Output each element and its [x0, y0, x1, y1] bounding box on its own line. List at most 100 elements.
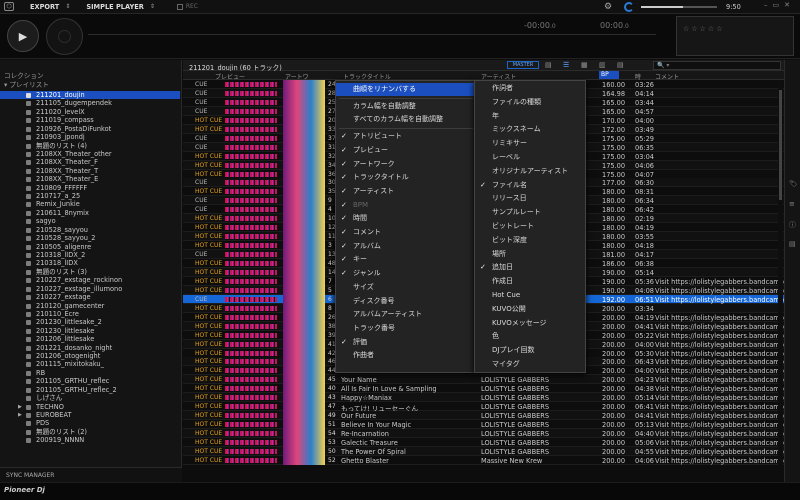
scrollbar-thumb[interactable] — [779, 90, 782, 200]
context-menu-item[interactable]: 年 — [475, 110, 585, 123]
sync-manager-button[interactable]: SYNC MANAGER — [0, 467, 182, 482]
preview-waveform[interactable] — [225, 395, 277, 401]
sidebar-playlist-item[interactable]: 201206_littlesake — [0, 335, 180, 343]
sidebar-playlist-item[interactable]: 2108XX_Theater_T — [0, 167, 180, 175]
preview-waveform[interactable] — [225, 117, 277, 123]
context-menu-item[interactable]: ✓ 時間 — [336, 212, 474, 225]
master-volume-slider[interactable] — [641, 6, 717, 8]
preview-waveform[interactable] — [225, 457, 277, 463]
context-menu-item[interactable]: ✓ アルバム — [336, 240, 474, 253]
context-menu-item[interactable]: ✓ キー — [336, 253, 474, 266]
context-menu-item[interactable]: リミキサー — [475, 137, 585, 150]
sidebar-playlist-item[interactable]: 211105_dugempendek — [0, 99, 180, 107]
search-input[interactable]: 🔍 ▾ — [653, 61, 781, 70]
preview-waveform[interactable] — [225, 108, 277, 114]
chevron-updown-icon[interactable]: ⇕ — [65, 3, 70, 10]
sidebar-playlist-item[interactable]: 2108XX_Theater_E — [0, 175, 180, 183]
preview-waveform[interactable] — [225, 422, 277, 428]
context-menu-item[interactable]: Hot Cue — [475, 289, 585, 302]
preview-waveform[interactable] — [225, 82, 277, 87]
track-row[interactable]: HOT CUE 51 Believe In Your Magic LOLISTYLE … — [183, 420, 784, 430]
preview-waveform[interactable] — [225, 341, 277, 347]
split-view-icon[interactable]: ▥ — [599, 61, 608, 69]
preview-waveform[interactable] — [225, 287, 277, 293]
preview-waveform[interactable] — [225, 278, 277, 284]
context-menu-item[interactable]: ✓ プレビュー — [336, 144, 474, 157]
context-menu-item[interactable]: ✓ ジャンル — [336, 267, 474, 280]
context-menu-item[interactable]: アルバムアーティスト — [336, 308, 474, 321]
preview-waveform[interactable] — [225, 198, 277, 204]
context-menu-item[interactable]: サンプルレート — [475, 206, 585, 219]
context-menu-item[interactable]: ビットレート — [475, 220, 585, 233]
sidebar-playlist-item[interactable]: 210227_exstage — [0, 293, 180, 301]
rec-toggle[interactable]: REC — [176, 3, 198, 10]
waveform-area[interactable] — [88, 34, 656, 35]
sidebar-playlist-item[interactable]: 201115_mixitokaku_ — [0, 360, 180, 368]
preview-waveform[interactable] — [225, 234, 277, 240]
preview-waveform[interactable] — [225, 448, 277, 454]
sidebar-playlist-item[interactable]: 211019_compass — [0, 116, 180, 124]
grid-view-icon[interactable]: ▦ — [581, 61, 590, 69]
sidebar-playlist-item[interactable]: 無題のリスト (4) — [0, 142, 180, 150]
list-view-icon[interactable]: ☰ — [563, 61, 572, 69]
sidebar-playlist-item[interactable]: 210120_gamecenter — [0, 302, 180, 310]
preview-waveform[interactable] — [225, 252, 277, 258]
preview-waveform[interactable] — [225, 350, 277, 356]
sidebar-playlist-item[interactable]: RB — [0, 369, 180, 377]
sidebar-playlist-item[interactable]: 210611_8nymix — [0, 209, 180, 217]
sidebar-playlist-item[interactable]: 210528_sayyou_2 — [0, 234, 180, 242]
sidebar-playlist-item[interactable]: 無題のリスト (3) — [0, 268, 180, 276]
preview-waveform[interactable] — [225, 332, 277, 338]
panel-icon[interactable]: ▤ — [789, 240, 796, 248]
context-menu-item[interactable]: サイズ — [336, 281, 474, 294]
preview-waveform[interactable] — [225, 440, 277, 445]
context-menu-item[interactable]: ミックスネーム — [475, 123, 585, 136]
track-list-scrollbar[interactable] — [778, 80, 783, 466]
sidebar-playlist-item[interactable]: しげさん — [0, 394, 180, 402]
preview-waveform[interactable] — [225, 431, 277, 437]
context-menu-item[interactable]: 作詞者 — [475, 82, 585, 95]
track-row[interactable]: HOT CUE 49 Our Future LOLISTYLE GABBERS 200.… — [183, 411, 784, 421]
rating-stars[interactable]: ☆☆☆☆☆ — [683, 25, 724, 33]
sidebar-playlist-item[interactable]: 2108XX_Theater_F — [0, 158, 180, 166]
sidebar-playlist-item[interactable]: PDS — [0, 419, 180, 427]
sidebar-playlist-item[interactable]: 210717_a_25 — [0, 192, 180, 200]
context-menu-item[interactable]: マイタグ — [475, 358, 585, 371]
sidebar-playlist-item[interactable]: 無題のリスト (2) — [0, 428, 180, 436]
export-mode-label[interactable]: EXPORT — [30, 3, 59, 11]
sidebar-playlist-item[interactable]: 210227_exstage_rockinon — [0, 276, 180, 284]
sidebar-playlist-item[interactable]: 211020_levelX — [0, 108, 180, 116]
context-menu-item[interactable]: ディスク番号 — [336, 295, 474, 308]
preview-waveform[interactable] — [225, 296, 277, 302]
preview-waveform[interactable] — [225, 323, 277, 329]
sidebar-playlist-item[interactable]: 210926_PostaDiFunkot — [0, 125, 180, 133]
tag-icon[interactable]: 🏷 — [789, 180, 798, 188]
preview-waveform[interactable] — [225, 189, 277, 195]
sidebar-playlist-item[interactable]: 201230_littlesake — [0, 327, 180, 335]
context-menu-item[interactable]: すべてのカラム幅を自動調整 — [336, 113, 474, 126]
sidebar-playlist-item[interactable]: 201221_dosanko_night — [0, 344, 180, 352]
sidebar-playlist-item[interactable]: 201230_littlesake_2 — [0, 318, 180, 326]
preview-waveform[interactable] — [225, 386, 277, 392]
master-button[interactable]: MASTER — [507, 61, 539, 69]
context-menu-item[interactable]: DJプレイ回数 — [475, 344, 585, 357]
context-menu-item[interactable]: ✓ コメント — [336, 226, 474, 239]
track-row[interactable]: HOT CUE 43 Happy☆Maniax LOLISTYLE GABBERS 20… — [183, 393, 784, 403]
sidebar-playlist-item[interactable]: 201206_otogenight — [0, 352, 180, 360]
sidebar-playlist-item[interactable]: 201105_GRTHU_reflec — [0, 377, 180, 385]
sidebar-playlist-item[interactable]: 201105_GRTHU_reflec_2 — [0, 386, 180, 394]
track-row[interactable]: HOT CUE 45 Your Name LOLISTYLE GABBERS 200.0… — [183, 375, 784, 385]
preview-waveform[interactable] — [225, 269, 277, 275]
sidebar-playlist-item[interactable]: ▶ TECHNO — [0, 403, 180, 411]
track-row[interactable]: HOT CUE 52 Ghetto Blaster Massive New Krew 2… — [183, 455, 784, 465]
context-menu-item[interactable]: 作成日 — [475, 275, 585, 288]
sidebar-playlist-item[interactable]: 211201_doujin — [0, 91, 180, 99]
sidebar-playlist-item[interactable]: Remix_Junkie — [0, 200, 180, 208]
context-menu-item[interactable]: 色 — [475, 330, 585, 343]
context-menu-item[interactable]: KUVO公開 — [475, 303, 585, 316]
context-menu-item[interactable]: ファイルの種類 — [475, 96, 585, 109]
detail-view-icon[interactable]: ▤ — [617, 61, 626, 69]
simple-player-label[interactable]: SIMPLE PLAYER — [86, 3, 143, 11]
track-row[interactable]: HOT CUE 53 Galectic Treasure LOLISTYLE GABB… — [183, 438, 784, 447]
sidebar-playlist-item[interactable]: 210528_sayyou — [0, 226, 180, 234]
